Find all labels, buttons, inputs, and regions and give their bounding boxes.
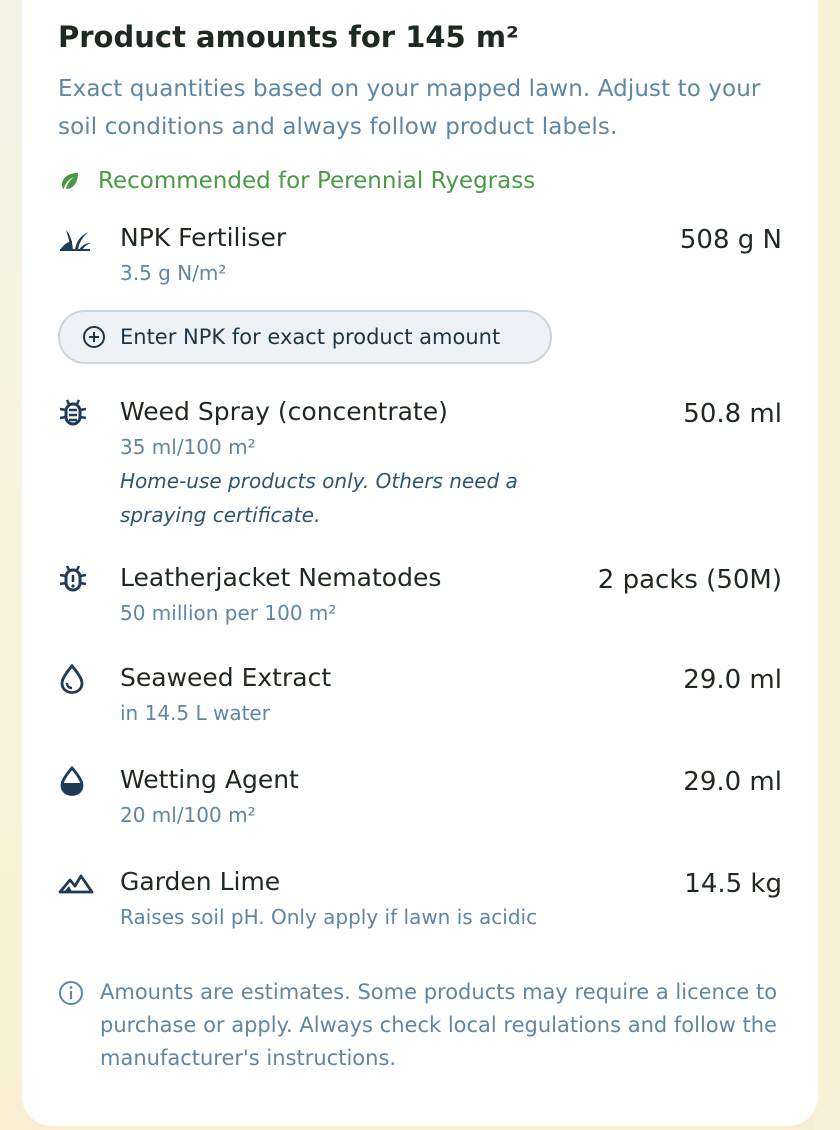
enter-npk-button[interactable]: Enter NPK for exact product amount (58, 310, 552, 364)
drop-half-icon (58, 766, 94, 796)
product-rate: Raises soil pH. Only apply if lawn is ac… (120, 905, 538, 929)
enter-npk-label: Enter NPK for exact product amount (120, 325, 501, 349)
grass-icon (58, 224, 94, 254)
product-row-weed-spray: Weed Spray (concentrate) 35 ml/100 m² Ho… (58, 396, 782, 532)
product-note: Home-use products only. Others need a sp… (120, 469, 518, 527)
product-rate: 20 ml/100 m² (120, 803, 256, 827)
product-rate: 50 million per 100 m² (120, 601, 337, 625)
product-row-seaweed: Seaweed Extract in 14.5 L water 29.0 ml (58, 662, 782, 728)
bug-alert-icon (58, 564, 94, 594)
recommended-badge: Recommended for Perennial Ryegrass (58, 166, 782, 196)
leaf-icon (62, 173, 78, 189)
card-subtitle: Exact quantities based on your mapped la… (58, 76, 761, 140)
product-rate: in 14.5 L water (120, 701, 270, 725)
mountain-icon (58, 868, 94, 898)
product-name: Garden Lime (120, 867, 281, 896)
info-icon (59, 981, 83, 1005)
product-row-npk: NPK Fertiliser 3.5 g N/m² 508 g N (58, 222, 782, 288)
product-amount: 29.0 ml (683, 665, 782, 695)
product-amount: 2 packs (50M) (597, 565, 782, 595)
product-amount: 14.5 kg (684, 869, 782, 899)
plus-circle-icon (83, 326, 105, 348)
product-amounts-card: Product amounts for 145 m² Exact quantit… (22, 0, 818, 1126)
bug-icon (58, 398, 94, 428)
card-title: Product amounts for 145 m² (58, 20, 519, 54)
product-amount: 50.8 ml (683, 399, 782, 429)
disclaimer: Amounts are estimates. Some products may… (58, 976, 782, 1075)
product-rate: 3.5 g N/m² (120, 261, 227, 285)
drop-icon (58, 664, 94, 694)
product-amount: 508 g N (679, 225, 782, 255)
product-rate: 35 ml/100 m² (120, 435, 256, 459)
recommended-label: Recommended for Perennial Ryegrass (98, 168, 536, 194)
product-row-nematodes: Leatherjacket Nematodes 50 million per 1… (58, 562, 782, 628)
disclaimer-text: Amounts are estimates. Some products may… (100, 980, 778, 1070)
product-row-garden-lime: Garden Lime Raises soil pH. Only apply i… (58, 866, 782, 932)
card-content: Product amounts for 145 m² Exact quantit… (58, 20, 782, 1075)
product-row-wetting-agent: Wetting Agent 20 ml/100 m² 29.0 ml (58, 764, 782, 830)
product-amount: 29.0 ml (683, 767, 782, 797)
